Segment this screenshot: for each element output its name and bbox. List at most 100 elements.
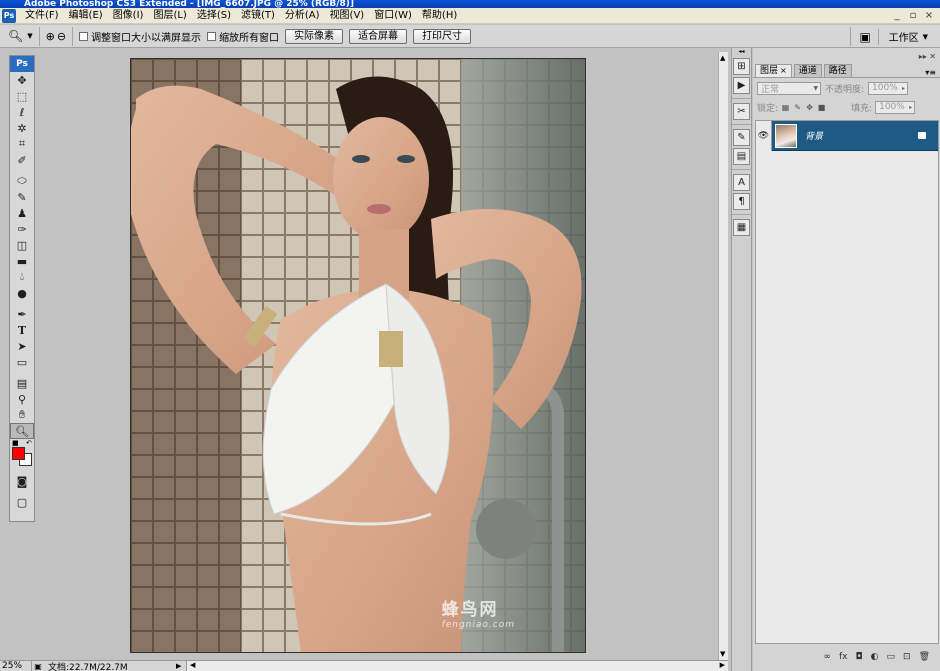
close-icon[interactable]: × bbox=[780, 66, 787, 75]
zoom-in-icon[interactable]: ⊕ bbox=[46, 30, 55, 43]
document-size: 文档:22.7M/22.7M bbox=[48, 662, 128, 671]
link-layers-icon[interactable]: ∞ bbox=[824, 652, 832, 662]
opacity-input[interactable]: 100% ▸ bbox=[868, 81, 909, 95]
menu-filter[interactable]: 滤镜(T) bbox=[236, 8, 280, 24]
zoom-out-icon[interactable]: ⊖ bbox=[57, 30, 66, 43]
menu-layer[interactable]: 图层(L) bbox=[148, 8, 191, 24]
brush-tool-icon[interactable]: ✎ bbox=[10, 189, 34, 205]
rectangle-tool-icon[interactable]: ▭ bbox=[10, 354, 34, 370]
swap-colors-icon[interactable]: ↶ bbox=[26, 439, 32, 447]
restore-button[interactable]: ▫ bbox=[906, 9, 920, 22]
status-menu-arrow-icon[interactable]: ▶ bbox=[176, 662, 186, 670]
slice-tool-icon[interactable]: ✐ bbox=[10, 152, 34, 168]
panel-menu-icon[interactable]: ▾≡ bbox=[925, 68, 936, 77]
character-icon[interactable]: A bbox=[733, 174, 750, 191]
brushes-icon[interactable]: ✎ bbox=[733, 129, 750, 146]
tab-channels[interactable]: 通道 bbox=[793, 64, 822, 77]
menu-analysis[interactable]: 分析(A) bbox=[280, 8, 325, 24]
lock-all-icon[interactable]: ■ bbox=[817, 103, 826, 112]
options-bar: 🔍︎ ▼ ⊕ ⊖ 调整窗口大小以满屏显示 缩放所有窗口 实际像素 适合屏幕 打印… bbox=[0, 25, 940, 48]
fill-input[interactable]: 100% ▸ bbox=[875, 100, 916, 114]
magic-wand-tool-icon[interactable]: ✲ bbox=[10, 120, 34, 136]
screen-mode-icon[interactable]: ▢ bbox=[10, 494, 34, 510]
move-tool-icon[interactable]: ✥ bbox=[10, 72, 34, 88]
default-colors-icon[interactable]: ■ bbox=[12, 439, 19, 447]
notes-tool-icon[interactable]: ▤ bbox=[10, 375, 34, 391]
zoom-level[interactable]: 25% bbox=[0, 661, 32, 671]
vertical-scrollbar[interactable]: ▲ ▼ bbox=[718, 52, 728, 660]
status-doc-icon[interactable]: ▣ bbox=[32, 662, 44, 671]
blur-tool-icon[interactable]: 💧︎ bbox=[10, 269, 34, 285]
delete-layer-icon[interactable]: 🗑 bbox=[919, 652, 930, 662]
lock-transparency-icon[interactable]: ▦ bbox=[781, 103, 790, 112]
paragraph-icon[interactable]: ¶ bbox=[733, 193, 750, 210]
eyedropper-tool-icon[interactable]: ⚲ bbox=[10, 391, 34, 407]
print-size-button[interactable]: 打印尺寸 bbox=[413, 28, 472, 44]
marquee-tool-icon[interactable]: ⬚ bbox=[10, 88, 34, 104]
photoshop-app-icon[interactable]: Ps bbox=[2, 8, 16, 23]
menu-view[interactable]: 视图(V) bbox=[325, 8, 370, 24]
quick-mask-icon[interactable]: ◙ bbox=[10, 473, 34, 489]
add-mask-icon[interactable]: ◘ bbox=[856, 652, 863, 662]
fit-screen-button[interactable]: 适合屏幕 bbox=[349, 28, 408, 44]
scroll-up-icon[interactable]: ▲ bbox=[720, 54, 725, 62]
path-selection-tool-icon[interactable]: ➤ bbox=[10, 338, 34, 354]
layer-comps-icon[interactable]: ▦ bbox=[733, 219, 750, 236]
tab-paths[interactable]: 路径 bbox=[823, 64, 852, 77]
hand-tool-icon[interactable]: ✋︎ bbox=[10, 407, 34, 423]
layer-row-background[interactable]: 👁︎ 背景 bbox=[756, 120, 938, 151]
menu-edit[interactable]: 编辑(E) bbox=[64, 8, 108, 24]
document-canvas[interactable]: 蜂鸟网 fengniao.com bbox=[130, 58, 586, 653]
lasso-tool-icon[interactable]: ℓ bbox=[10, 104, 34, 120]
tools-preset-icon[interactable]: ✂ bbox=[733, 103, 750, 120]
adjustment-layer-icon[interactable]: ◐ bbox=[871, 652, 879, 662]
menu-file[interactable]: 文件(F) bbox=[20, 8, 64, 24]
color-swatches[interactable]: ■ ↶ bbox=[10, 439, 34, 473]
tool-preset-picker[interactable]: 🔍︎ ▼ bbox=[0, 26, 40, 46]
type-tool-icon[interactable]: T bbox=[10, 322, 34, 338]
zoom-tool-icon[interactable]: 🔍︎ bbox=[10, 423, 34, 439]
eye-icon[interactable]: 👁︎ bbox=[756, 120, 772, 151]
layer-style-icon[interactable]: fx bbox=[839, 652, 848, 662]
dock-grip[interactable]: ◂◂ bbox=[732, 48, 751, 56]
clone-stamp-tool-icon[interactable]: ♟ bbox=[10, 205, 34, 221]
actual-pixels-button[interactable]: 实际像素 bbox=[285, 28, 344, 44]
histogram-icon[interactable]: ▶ bbox=[733, 77, 750, 94]
foreground-color[interactable] bbox=[12, 447, 25, 460]
panel-header[interactable]: ▸▸ ✕ bbox=[753, 48, 940, 64]
menu-help[interactable]: 帮助(H) bbox=[417, 8, 462, 24]
lock-position-icon[interactable]: ✥ bbox=[805, 103, 814, 112]
dodge-tool-icon[interactable]: ● bbox=[10, 285, 34, 301]
gradient-tool-icon[interactable]: ▬ bbox=[10, 253, 34, 269]
menu-window[interactable]: 窗口(W) bbox=[369, 8, 417, 24]
workspace-menu[interactable]: 工作区 ▼ bbox=[889, 29, 928, 45]
tab-layers[interactable]: 图层 × bbox=[755, 64, 792, 77]
blend-mode-select[interactable]: 正常 ▼ bbox=[757, 81, 821, 95]
chevron-right-icon: ▸ bbox=[909, 103, 913, 111]
horizontal-scrollbar[interactable]: ◀ ▶ bbox=[186, 661, 728, 671]
checkbox-box bbox=[79, 31, 89, 41]
eraser-tool-icon[interactable]: ◫ bbox=[10, 237, 34, 253]
menu-select[interactable]: 选择(S) bbox=[192, 8, 236, 24]
scroll-right-icon[interactable]: ▶ bbox=[720, 661, 725, 669]
navigator-icon[interactable]: ⊞ bbox=[733, 58, 750, 75]
lock-pixels-icon[interactable]: ✎ bbox=[793, 103, 802, 112]
bridge-icon[interactable]: ▣ bbox=[857, 28, 879, 45]
collapse-icon[interactable]: ▸▸ ✕ bbox=[919, 52, 936, 61]
scroll-down-icon[interactable]: ▼ bbox=[720, 650, 725, 658]
new-layer-icon[interactable]: ⊡ bbox=[903, 652, 911, 662]
pen-tool-icon[interactable]: ✒ bbox=[10, 306, 34, 322]
scroll-left-icon[interactable]: ◀ bbox=[190, 661, 195, 669]
history-brush-tool-icon[interactable]: ✑ bbox=[10, 221, 34, 237]
clone-source-icon[interactable]: ▤ bbox=[733, 148, 750, 165]
healing-brush-tool-icon[interactable]: ⬭ bbox=[10, 173, 34, 189]
resize-windows-label: 调整窗口大小以满屏显示 bbox=[91, 32, 202, 44]
minimize-button[interactable]: _ bbox=[890, 9, 904, 22]
resize-windows-checkbox[interactable]: 调整窗口大小以满屏显示 bbox=[79, 29, 201, 44]
layer-name[interactable]: 背景 bbox=[805, 129, 823, 142]
menu-image[interactable]: 图像(I) bbox=[108, 8, 149, 24]
new-group-icon[interactable]: ▭ bbox=[887, 652, 896, 662]
crop-tool-icon[interactable]: ⌗ bbox=[10, 136, 34, 152]
zoom-all-windows-checkbox[interactable]: 缩放所有窗口 bbox=[207, 29, 279, 44]
close-button[interactable]: × bbox=[922, 9, 936, 22]
